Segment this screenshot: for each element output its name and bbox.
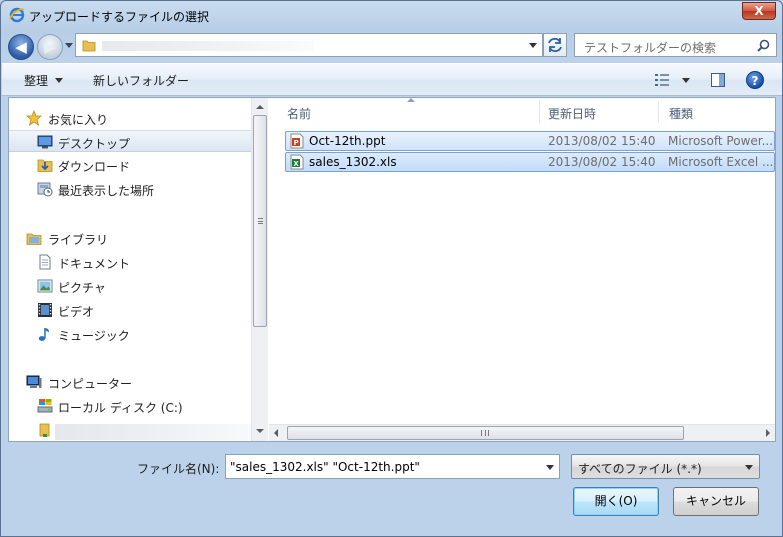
folder-icon bbox=[39, 423, 50, 437]
sidebar-computer-label: コンピューター bbox=[48, 377, 133, 391]
sort-ascending-icon bbox=[407, 98, 415, 102]
sidebar-item-label: ローカル ディスク (C:) bbox=[58, 401, 183, 415]
new-folder-button[interactable]: 新しいフォルダー bbox=[93, 72, 189, 89]
organize-dropdown-icon[interactable] bbox=[55, 78, 63, 83]
star-icon bbox=[26, 110, 42, 126]
sidebar-item-label: デスクトップ bbox=[58, 137, 131, 151]
file-type-filter[interactable]: すべてのファイル (*.*) bbox=[571, 454, 760, 479]
videos-icon bbox=[38, 303, 52, 317]
back-button[interactable]: ◀ bbox=[8, 34, 34, 60]
back-arrow-icon: ◀ bbox=[15, 38, 27, 56]
music-icon bbox=[38, 328, 49, 341]
documents-icon bbox=[39, 254, 51, 270]
sidebar-libraries-label: ライブラリ bbox=[48, 233, 109, 247]
sidebar-item-local-disk[interactable]: ローカル ディスク (C:) bbox=[9, 395, 251, 417]
organize-button[interactable]: 整理 bbox=[24, 72, 48, 89]
desktop-icon bbox=[37, 135, 53, 149]
folder-icon bbox=[82, 40, 96, 52]
scroll-up-arrow-icon[interactable] bbox=[256, 105, 264, 109]
sidebar-item-downloads[interactable]: ダウンロード bbox=[9, 154, 251, 176]
column-type[interactable]: 種類 bbox=[669, 105, 693, 122]
sidebar-item-videos[interactable]: ビデオ bbox=[9, 299, 251, 321]
preview-pane-icon[interactable] bbox=[710, 72, 726, 88]
cancel-button[interactable]: キャンセル bbox=[673, 487, 759, 516]
sidebar-favorites-label: お気に入り bbox=[48, 113, 109, 127]
svg-text:P: P bbox=[294, 139, 299, 147]
refresh-icon bbox=[548, 37, 562, 53]
navigation-pane: お気に入り デスクトップ ダウンロード 最近表示した場所 ライブラリ ドキュメン… bbox=[9, 98, 257, 441]
sidebar-item-desktop[interactable]: デスクトップ bbox=[9, 130, 251, 152]
chevron-down-icon bbox=[745, 465, 753, 470]
forward-arrow-icon: ▶ bbox=[44, 38, 56, 56]
internet-explorer-icon bbox=[9, 7, 25, 23]
sidebar-computer[interactable]: コンピューター bbox=[9, 371, 251, 393]
view-dropdown-icon[interactable] bbox=[682, 78, 690, 83]
view-options-icon[interactable] bbox=[654, 72, 670, 88]
file-name: Oct-12th.ppt bbox=[309, 134, 386, 148]
recent-places-icon bbox=[37, 182, 53, 197]
sidebar-item-recent-places[interactable]: 最近表示した場所 bbox=[9, 178, 251, 200]
scroll-left-arrow-icon[interactable] bbox=[274, 429, 278, 437]
help-button[interactable]: ? bbox=[746, 71, 764, 89]
sidebar-item-pictures[interactable]: ピクチャ bbox=[9, 275, 251, 297]
file-type-filter-value: すべてのファイル (*.*) bbox=[578, 462, 702, 476]
computer-icon bbox=[26, 375, 42, 388]
browser-content: お気に入り デスクトップ ダウンロード 最近表示した場所 ライブラリ ドキュメン… bbox=[8, 97, 776, 442]
search-placeholder: テストフォルダーの検索 bbox=[584, 41, 717, 55]
filename-field[interactable] bbox=[230, 458, 530, 475]
address-bar[interactable] bbox=[75, 33, 543, 57]
sidebar-item-music[interactable]: ミュージック bbox=[9, 323, 251, 345]
file-modified: 2013/08/02 15:40 bbox=[548, 134, 656, 148]
search-input[interactable]: テストフォルダーの検索 bbox=[574, 33, 777, 57]
download-folder-icon bbox=[37, 159, 53, 172]
forward-button[interactable]: ▶ bbox=[37, 34, 63, 60]
column-header-row: 名前 更新日時 種類 bbox=[269, 98, 775, 124]
search-icon[interactable] bbox=[757, 39, 770, 52]
address-path-redacted bbox=[102, 41, 314, 51]
scrollbar-thumb[interactable] bbox=[253, 115, 267, 327]
file-type: Microsoft Power... bbox=[668, 134, 774, 148]
redacted-drive-name bbox=[55, 424, 251, 440]
close-button[interactable]: X bbox=[742, 2, 776, 20]
filename-combobox[interactable] bbox=[225, 454, 560, 479]
filename-label: ファイル名(N): bbox=[137, 462, 220, 476]
scroll-right-arrow-icon[interactable] bbox=[766, 429, 770, 437]
column-name[interactable]: 名前 bbox=[287, 105, 311, 122]
file-row[interactable]: P Oct-12th.ppt 2013/08/02 15:40 Microsof… bbox=[285, 131, 775, 151]
file-list: 名前 更新日時 種類 P Oct-12th.ppt 2013/08/02 15:… bbox=[269, 98, 775, 441]
recent-pages-dropdown[interactable] bbox=[65, 43, 73, 48]
scrollbar-thumb[interactable] bbox=[287, 426, 684, 440]
title-bar[interactable]: アップロードするファイルの選択 X bbox=[1, 1, 782, 31]
sidebar-item-label: ピクチャ bbox=[58, 281, 106, 295]
open-button[interactable]: 開く(O) bbox=[573, 487, 659, 516]
window-title: アップロードするファイルの選択 bbox=[29, 10, 210, 24]
sidebar-item-label: ミュージック bbox=[58, 329, 130, 343]
address-history-dropdown[interactable] bbox=[529, 43, 537, 48]
file-type: Microsoft Excel ... bbox=[668, 155, 774, 169]
sidebar-item-label: ダウンロード bbox=[58, 160, 131, 174]
sidebar-item-label: ビデオ bbox=[58, 305, 95, 319]
scroll-down-arrow-icon[interactable] bbox=[256, 429, 264, 433]
column-modified[interactable]: 更新日時 bbox=[548, 105, 596, 122]
local-disk-icon bbox=[37, 399, 53, 413]
sidebar-libraries[interactable]: ライブラリ bbox=[9, 227, 251, 249]
sidebar-item-label: ドキュメント bbox=[58, 257, 131, 271]
file-modified: 2013/08/02 15:40 bbox=[548, 155, 656, 169]
powerpoint-file-icon: P bbox=[290, 133, 304, 149]
command-toolbar: 整理 新しいフォルダー ? bbox=[2, 63, 782, 96]
pictures-icon bbox=[37, 279, 53, 293]
filename-dropdown-icon[interactable] bbox=[546, 465, 554, 470]
navigation-scrollbar[interactable] bbox=[251, 98, 268, 441]
file-row[interactable]: X sales_1302.xls 2013/08/02 15:40 Micros… bbox=[285, 152, 775, 172]
refresh-button[interactable] bbox=[543, 33, 567, 57]
libraries-icon bbox=[26, 233, 42, 245]
sidebar-item-label: 最近表示した場所 bbox=[58, 184, 155, 198]
excel-file-icon: X bbox=[290, 154, 304, 170]
file-open-dialog: アップロードするファイルの選択 X ◀ ▶ テストフォルダーの検索 整理 新しい… bbox=[0, 0, 783, 537]
svg-text:X: X bbox=[293, 160, 299, 168]
file-name: sales_1302.xls bbox=[309, 155, 397, 169]
sidebar-item-documents[interactable]: ドキュメント bbox=[9, 251, 251, 273]
sidebar-favorites[interactable]: お気に入り bbox=[9, 107, 251, 129]
file-list-horizontal-scrollbar[interactable] bbox=[269, 424, 775, 441]
